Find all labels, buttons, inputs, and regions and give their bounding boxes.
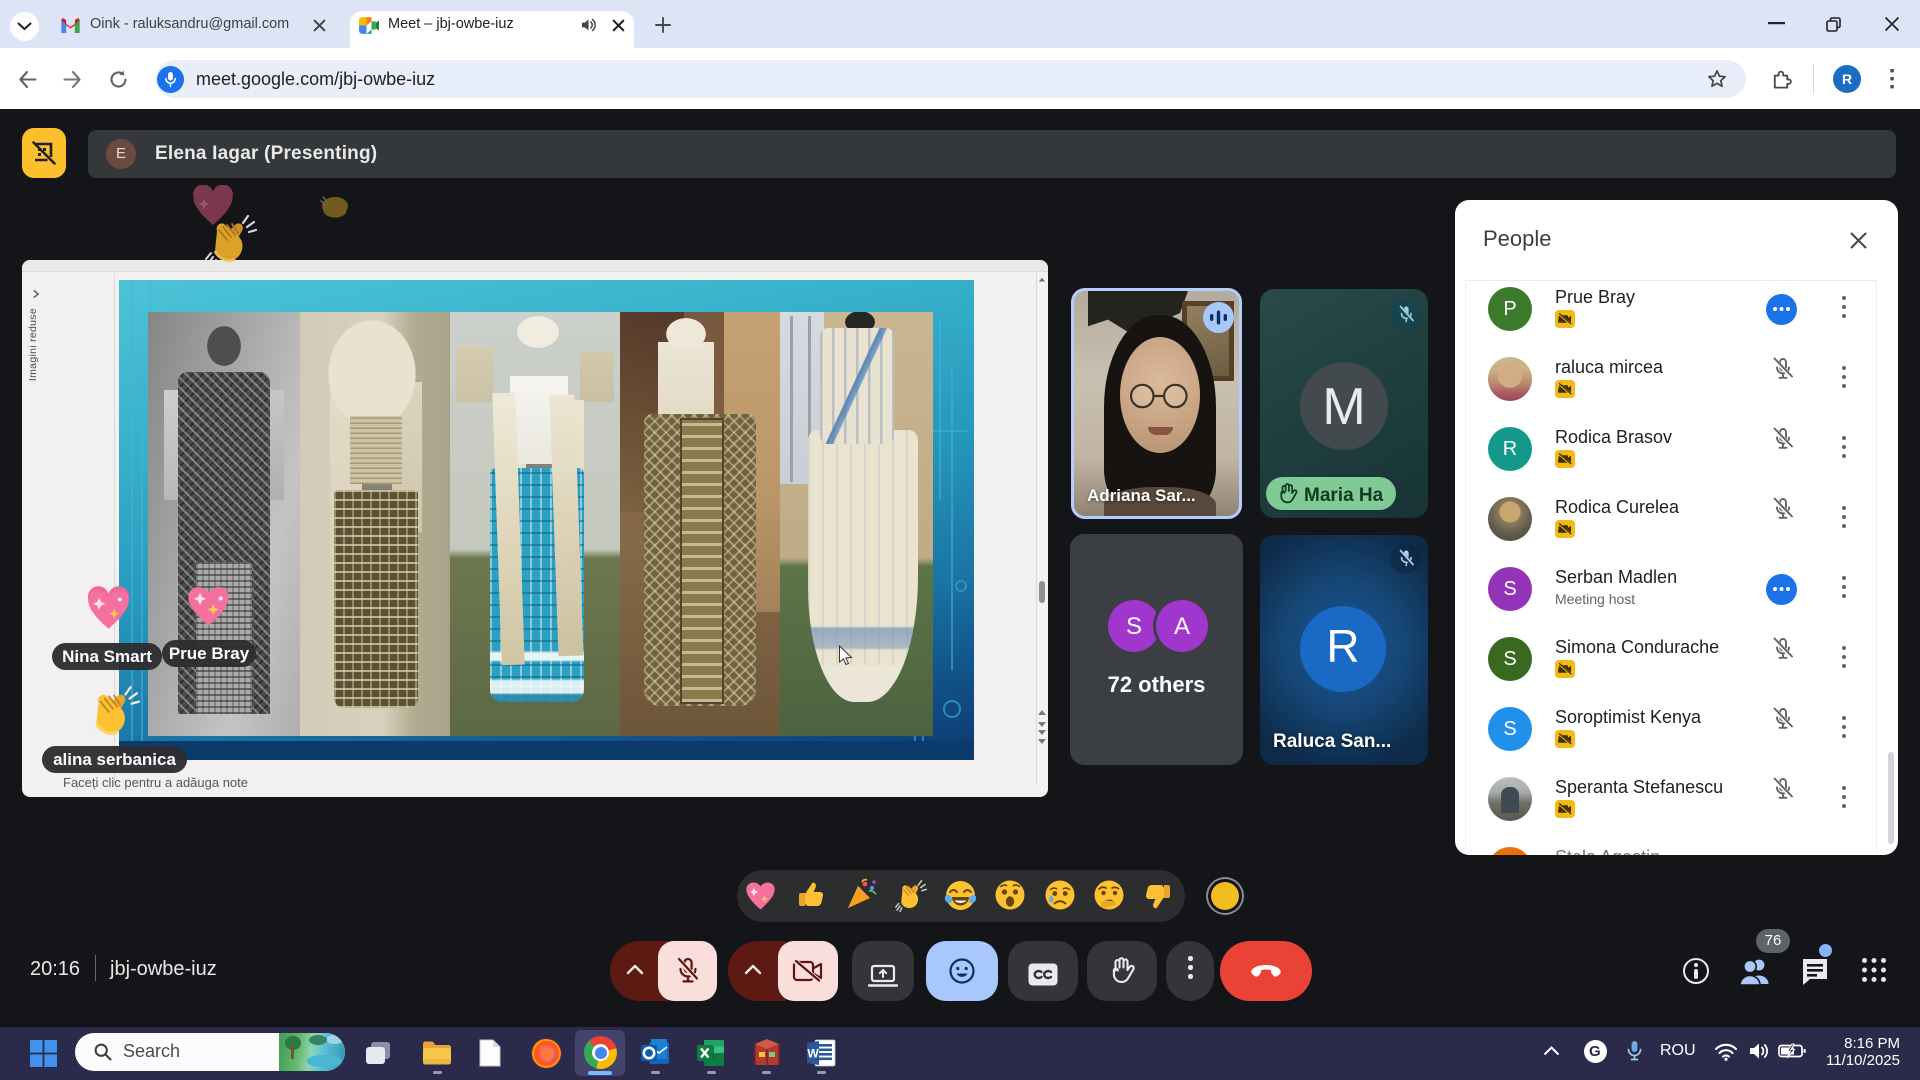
svg-text:W: W bbox=[807, 1047, 819, 1061]
